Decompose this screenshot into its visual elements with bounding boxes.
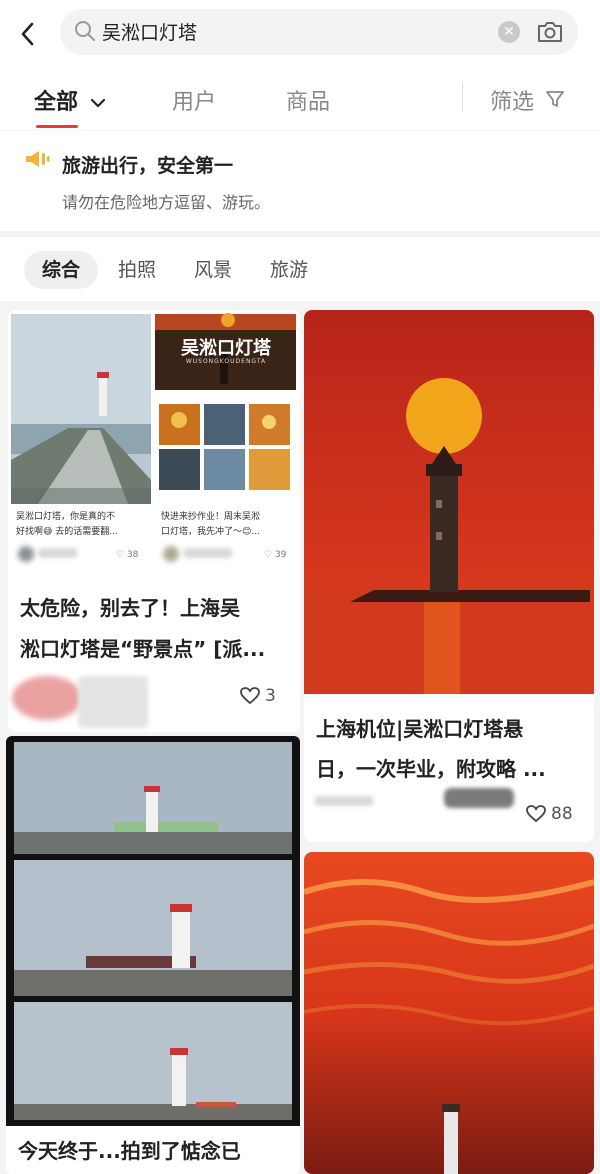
note-card[interactable]: 吴淞口灯塔 WUSONGKOUDENGTA 吴淞口灯塔，你是真的不 好找啊😅 去…	[8, 310, 300, 732]
tab-all-label: 全部	[34, 90, 79, 115]
card-cover-image	[304, 310, 594, 694]
result-tabs: 全部 用户 商品 筛选	[0, 66, 600, 130]
collage-left-caption-1: 吴淞口灯塔，你是真的不	[16, 512, 116, 522]
author-name	[183, 548, 233, 558]
collage-banner-title: 吴淞口灯塔	[181, 338, 271, 359]
tab-goods[interactable]: 商品	[286, 84, 330, 116]
filter-button[interactable]: 筛选	[490, 84, 565, 116]
safety-notice: 旅游出行，安全第一 请勿在危险地方逗留、游玩。	[0, 131, 600, 231]
tab-users[interactable]: 用户	[172, 84, 216, 116]
chevron-down-icon	[90, 98, 105, 108]
note-card[interactable]: 今天终于...拍到了惦念已	[6, 736, 300, 1174]
heart-icon	[240, 687, 260, 705]
collage-right-likes: ♡ 39	[264, 550, 287, 560]
megaphone-icon	[24, 149, 50, 173]
notice-title: 旅游出行，安全第一	[62, 155, 234, 177]
search-box[interactable]: ✕	[60, 9, 578, 55]
chip-photo[interactable]: 拍照	[100, 251, 174, 289]
note-card[interactable]: 上海机位|吴淞口灯塔悬 日，一次毕业，附攻略 ... 88	[304, 310, 594, 842]
filter-funnel-icon	[546, 91, 564, 107]
chip-scenery[interactable]: 风景	[176, 251, 250, 289]
card-cover-image	[304, 852, 594, 1174]
back-arrow-icon[interactable]	[10, 14, 44, 54]
card-title-line-2: 日，一次毕业，附攻略 ...	[316, 757, 546, 781]
tab-divider	[462, 82, 463, 112]
filter-chips: 综合 拍照 风景 旅游	[0, 237, 600, 301]
card-cover-image	[6, 736, 300, 1126]
collage-left-likes: ♡ 38	[116, 550, 139, 560]
chip-comprehensive[interactable]: 综合	[24, 251, 99, 289]
search-icon	[74, 20, 96, 46]
card-title-line-2: 淞口灯塔是“野景点” [派...	[20, 637, 266, 661]
search-header: ✕	[0, 0, 600, 66]
author-name	[38, 548, 78, 558]
avatar	[163, 546, 179, 562]
chip-travel[interactable]: 旅游	[252, 251, 326, 289]
heart-icon	[526, 805, 546, 823]
camera-icon[interactable]	[536, 19, 564, 49]
like-count[interactable]: 88	[526, 804, 573, 824]
filter-label: 筛选	[490, 90, 535, 115]
author-name	[314, 796, 374, 806]
search-input[interactable]	[102, 20, 482, 42]
note-card[interactable]	[304, 852, 594, 1174]
like-count[interactable]: 3	[240, 686, 276, 706]
card-title-line-1: 太危险，别去了！上海吴	[20, 596, 240, 620]
clear-icon[interactable]: ✕	[498, 21, 520, 43]
avatar	[18, 546, 34, 562]
active-tab-indicator	[36, 125, 78, 128]
card-title-line-1: 上海机位|吴淞口灯塔悬	[316, 717, 524, 741]
collage-left-caption-2: 好找啊😅 去的话需要翻...	[16, 527, 118, 537]
collage-right-caption-1: 快进来抄作业！周末吴淞	[161, 512, 261, 522]
author-name	[444, 788, 514, 808]
notice-subtitle: 请勿在危险地方逗留、游玩。	[62, 193, 271, 212]
tab-all[interactable]: 全部	[34, 84, 106, 116]
author-name	[78, 676, 148, 728]
collage-right-caption-2: 口灯塔，我先冲了～😊...	[161, 527, 260, 537]
avatar	[12, 676, 82, 720]
collage-banner-subtitle: WUSONGKOUDENGTA	[185, 358, 267, 365]
card-title-line-1: 今天终于...拍到了惦念已	[18, 1139, 241, 1163]
